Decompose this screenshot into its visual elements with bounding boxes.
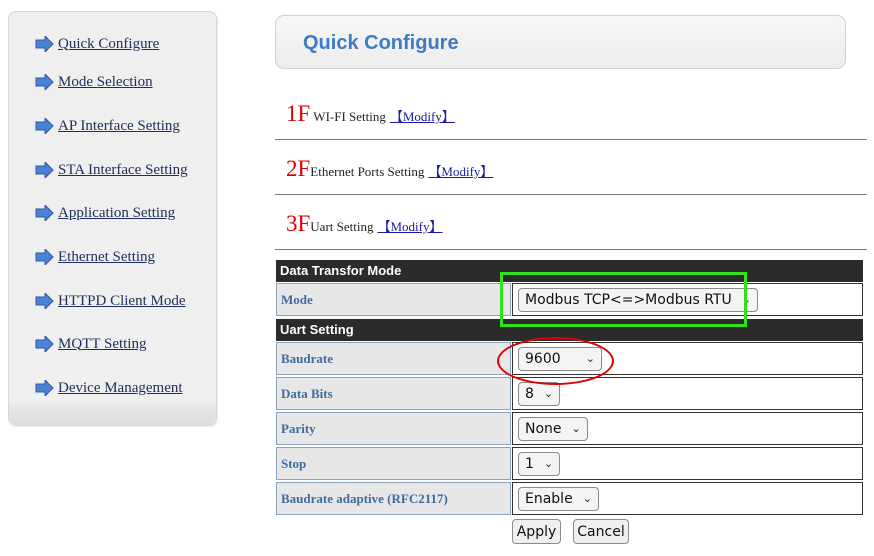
sidebar-item-device-management[interactable]: Device Management: [35, 378, 183, 398]
apply-button[interactable]: Apply: [512, 519, 561, 544]
chevron-down-icon: ⌄: [582, 492, 592, 505]
sidebar-footer: [9, 403, 216, 425]
arrow-right-icon: [35, 380, 54, 396]
mode-label: Mode: [276, 283, 511, 316]
cancel-button[interactable]: Cancel: [573, 519, 629, 544]
modify-wifi-link[interactable]: 【Modify】: [390, 106, 455, 125]
sidebar-item-sta-interface-setting[interactable]: STA Interface Setting: [35, 160, 188, 180]
sidebar-item-mode-selection[interactable]: Mode Selection: [35, 72, 153, 92]
step-number: 1F: [286, 101, 311, 126]
page-header: Quick Configure: [275, 15, 846, 69]
uart-setting-heading: Uart Setting: [276, 319, 863, 341]
sidebar-item-quick-configure[interactable]: Quick Configure: [35, 34, 159, 54]
arrow-right-icon: [35, 293, 54, 309]
arrow-right-icon: [35, 205, 54, 221]
step-row-wifi: 1F WI-FI Setting 【Modify】: [275, 85, 867, 140]
sidebar-item-label: HTTPD Client Mode: [58, 292, 186, 309]
sidebar-item-label: Quick Configure: [58, 35, 160, 52]
data-bits-select[interactable]: 8 ⌄: [518, 381, 561, 406]
settings-table: Data Transfor Mode Mode Modbus TCP<=>Mod…: [276, 260, 863, 516]
sidebar-item-label: AP Interface Setting: [58, 117, 180, 134]
baudrate-select[interactable]: 9600 ⌄: [518, 346, 602, 371]
baudrate-adaptive-label: Baudrate adaptive (RFC2117): [276, 482, 511, 515]
sidebar-item-httpd-client-mode[interactable]: HTTPD Client Mode: [35, 291, 186, 311]
chevron-down-icon: ⌄: [543, 387, 554, 400]
step-number: 2F: [286, 156, 311, 181]
chevron-down-icon: ⌄: [585, 352, 595, 365]
page-title: Quick Configure: [303, 32, 459, 54]
modify-ethernet-link[interactable]: 【Modify】: [428, 161, 493, 180]
table-row: Baudrate 9600 ⌄: [276, 341, 863, 376]
sidebar-item-application-setting[interactable]: Application Setting: [35, 203, 175, 223]
step-label: Ethernet Ports Setting: [310, 164, 425, 179]
arrow-right-icon: [35, 118, 54, 134]
arrow-right-icon: [35, 162, 54, 178]
chevron-down-icon: ⌄: [741, 293, 751, 306]
baudrate-label: Baudrate: [276, 342, 511, 375]
step-row-ethernet: 2F Ethernet Ports Setting 【Modify】: [275, 140, 867, 195]
parity-label: Parity: [276, 412, 511, 445]
arrow-right-icon: [35, 336, 54, 352]
table-row: Mode Modbus TCP<=>Modbus RTU ⌄: [276, 282, 863, 317]
table-row: Parity None ⌄: [276, 411, 863, 446]
sidebar-item-label: MQTT Setting: [58, 335, 147, 352]
sidebar-item-label: Mode Selection: [58, 73, 153, 90]
sidebar-item-ap-interface-setting[interactable]: AP Interface Setting: [35, 116, 180, 136]
arrow-right-icon: [35, 74, 54, 90]
stop-label: Stop: [276, 447, 511, 480]
sidebar: Quick Configure Mode Selection AP Interf…: [8, 11, 217, 426]
baudrate-adaptive-select[interactable]: Enable ⌄: [518, 486, 599, 511]
table-row: Data Bits 8 ⌄: [276, 376, 863, 411]
table-row: Stop 1 ⌄: [276, 446, 863, 481]
chevron-down-icon: ⌄: [543, 457, 554, 470]
table-row: Baudrate adaptive (RFC2117) Enable ⌄: [276, 481, 863, 516]
data-transfer-heading: Data Transfor Mode: [276, 260, 863, 282]
chevron-down-icon: ⌄: [571, 422, 581, 435]
data-bits-label: Data Bits: [276, 377, 511, 410]
step-row-uart: 3F Uart Setting 【Modify】: [275, 195, 867, 250]
sidebar-item-label: Device Management: [58, 379, 183, 396]
step-number: 3F: [286, 211, 311, 236]
modify-uart-link[interactable]: 【Modify】: [377, 216, 442, 235]
parity-select[interactable]: None ⌄: [518, 416, 588, 441]
sidebar-item-label: Application Setting: [58, 204, 176, 221]
sidebar-item-ethernet-setting[interactable]: Ethernet Setting: [35, 247, 155, 267]
mode-select[interactable]: Modbus TCP<=>Modbus RTU ⌄: [518, 287, 758, 312]
stop-select[interactable]: 1 ⌄: [518, 451, 561, 476]
sidebar-item-mqtt-setting[interactable]: MQTT Setting: [35, 334, 146, 354]
step-label: Uart Setting: [310, 219, 374, 234]
sidebar-item-label: Ethernet Setting: [58, 248, 156, 265]
arrow-right-icon: [35, 36, 54, 52]
step-label: WI-FI Setting: [313, 109, 386, 124]
arrow-right-icon: [35, 249, 54, 265]
sidebar-item-label: STA Interface Setting: [58, 161, 188, 178]
